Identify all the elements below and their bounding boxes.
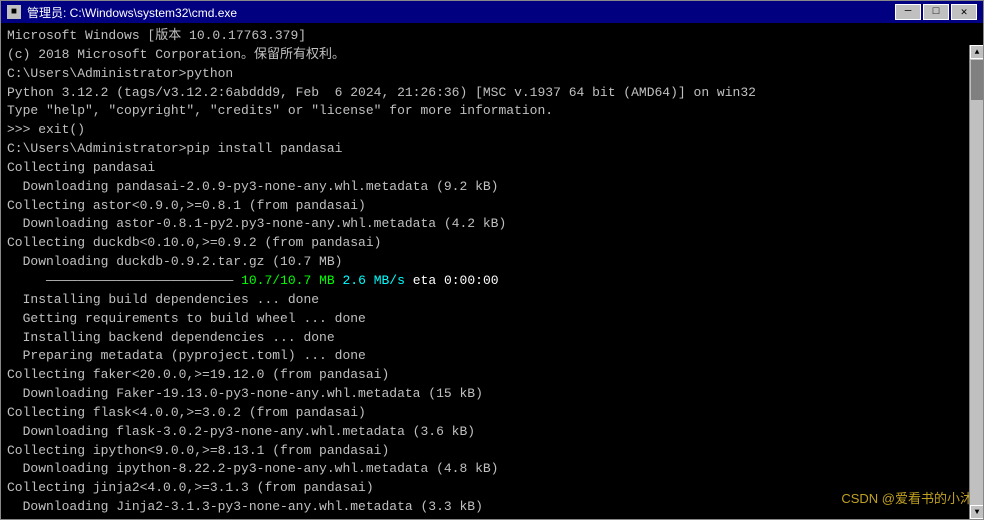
scroll-down-button[interactable]: ▼ bbox=[970, 505, 983, 519]
terminal-line: Collecting astor<0.9.0,>=0.8.1 (from pan… bbox=[7, 197, 977, 216]
terminal-line: Downloading Jinja2-3.1.3-py3-none-any.wh… bbox=[7, 498, 977, 517]
terminal-line: Collecting flask<4.0.0,>=3.0.2 (from pan… bbox=[7, 404, 977, 423]
maximize-button[interactable]: □ bbox=[923, 4, 949, 20]
terminal-line: Preparing metadata (pyproject.toml) ... … bbox=[7, 347, 977, 366]
terminal-line: Microsoft Windows [版本 10.0.17763.379] bbox=[7, 27, 977, 46]
terminal-line: Downloading pandasai-2.0.9-py3-none-any.… bbox=[7, 178, 977, 197]
scrollbar[interactable]: ▲ ▼ bbox=[969, 45, 983, 519]
terminal-line: Collecting faker<20.0.0,>=19.12.0 (from … bbox=[7, 366, 977, 385]
terminal-line: Collecting matplotlib<4.0.0,>=3.7.1 (fro… bbox=[7, 517, 977, 519]
terminal-line: Python 3.12.2 (tags/v3.12.2:6abddd9, Feb… bbox=[7, 84, 977, 103]
terminal-line: Downloading ipython-8.22.2-py3-none-any.… bbox=[7, 460, 977, 479]
terminal-output: Microsoft Windows [版本 10.0.17763.379](c)… bbox=[1, 23, 983, 519]
terminal-line: Collecting ipython<9.0.0,>=8.13.1 (from … bbox=[7, 442, 977, 461]
terminal-line: C:\Users\Administrator>python bbox=[7, 65, 977, 84]
watermark: CSDN @爱看书的小沐 bbox=[841, 490, 973, 509]
terminal-line: ———————————————————————— 10.7/10.7 MB 2.… bbox=[7, 272, 977, 291]
cmd-icon: ■ bbox=[7, 5, 21, 19]
cmd-window: ■ 管理员: C:\Windows\system32\cmd.exe ─ □ ✕… bbox=[0, 0, 984, 520]
terminal-line: Installing backend dependencies ... done bbox=[7, 329, 977, 348]
window-title: 管理员: C:\Windows\system32\cmd.exe bbox=[27, 4, 237, 21]
terminal-line: C:\Users\Administrator>pip install panda… bbox=[7, 140, 977, 159]
terminal-line: Downloading astor-0.8.1-py2.py3-none-any… bbox=[7, 215, 977, 234]
window-controls: ─ □ ✕ bbox=[895, 4, 977, 20]
minimize-button[interactable]: ─ bbox=[895, 4, 921, 20]
terminal-line: >>> exit() bbox=[7, 121, 977, 140]
terminal-line: Downloading Faker-19.13.0-py3-none-any.w… bbox=[7, 385, 977, 404]
titlebar: ■ 管理员: C:\Windows\system32\cmd.exe ─ □ ✕ bbox=[1, 1, 983, 23]
terminal-line: Type "help", "copyright", "credits" or "… bbox=[7, 102, 977, 121]
scrollbar-thumb[interactable] bbox=[971, 60, 983, 100]
terminal-line: Getting requirements to build wheel ... … bbox=[7, 310, 977, 329]
terminal-line: Downloading flask-3.0.2-py3-none-any.whl… bbox=[7, 423, 977, 442]
terminal-line: Collecting jinja2<4.0.0,>=3.1.3 (from pa… bbox=[7, 479, 977, 498]
terminal-line: (c) 2018 Microsoft Corporation。保留所有权利。 bbox=[7, 46, 977, 65]
terminal-line: Downloading duckdb-0.9.2.tar.gz (10.7 MB… bbox=[7, 253, 977, 272]
close-button[interactable]: ✕ bbox=[951, 4, 977, 20]
terminal-line: Collecting duckdb<0.10.0,>=0.9.2 (from p… bbox=[7, 234, 977, 253]
titlebar-left: ■ 管理员: C:\Windows\system32\cmd.exe bbox=[7, 4, 237, 21]
terminal-line: Installing build dependencies ... done bbox=[7, 291, 977, 310]
terminal-line: Collecting pandasai bbox=[7, 159, 977, 178]
scroll-up-button[interactable]: ▲ bbox=[970, 45, 983, 59]
